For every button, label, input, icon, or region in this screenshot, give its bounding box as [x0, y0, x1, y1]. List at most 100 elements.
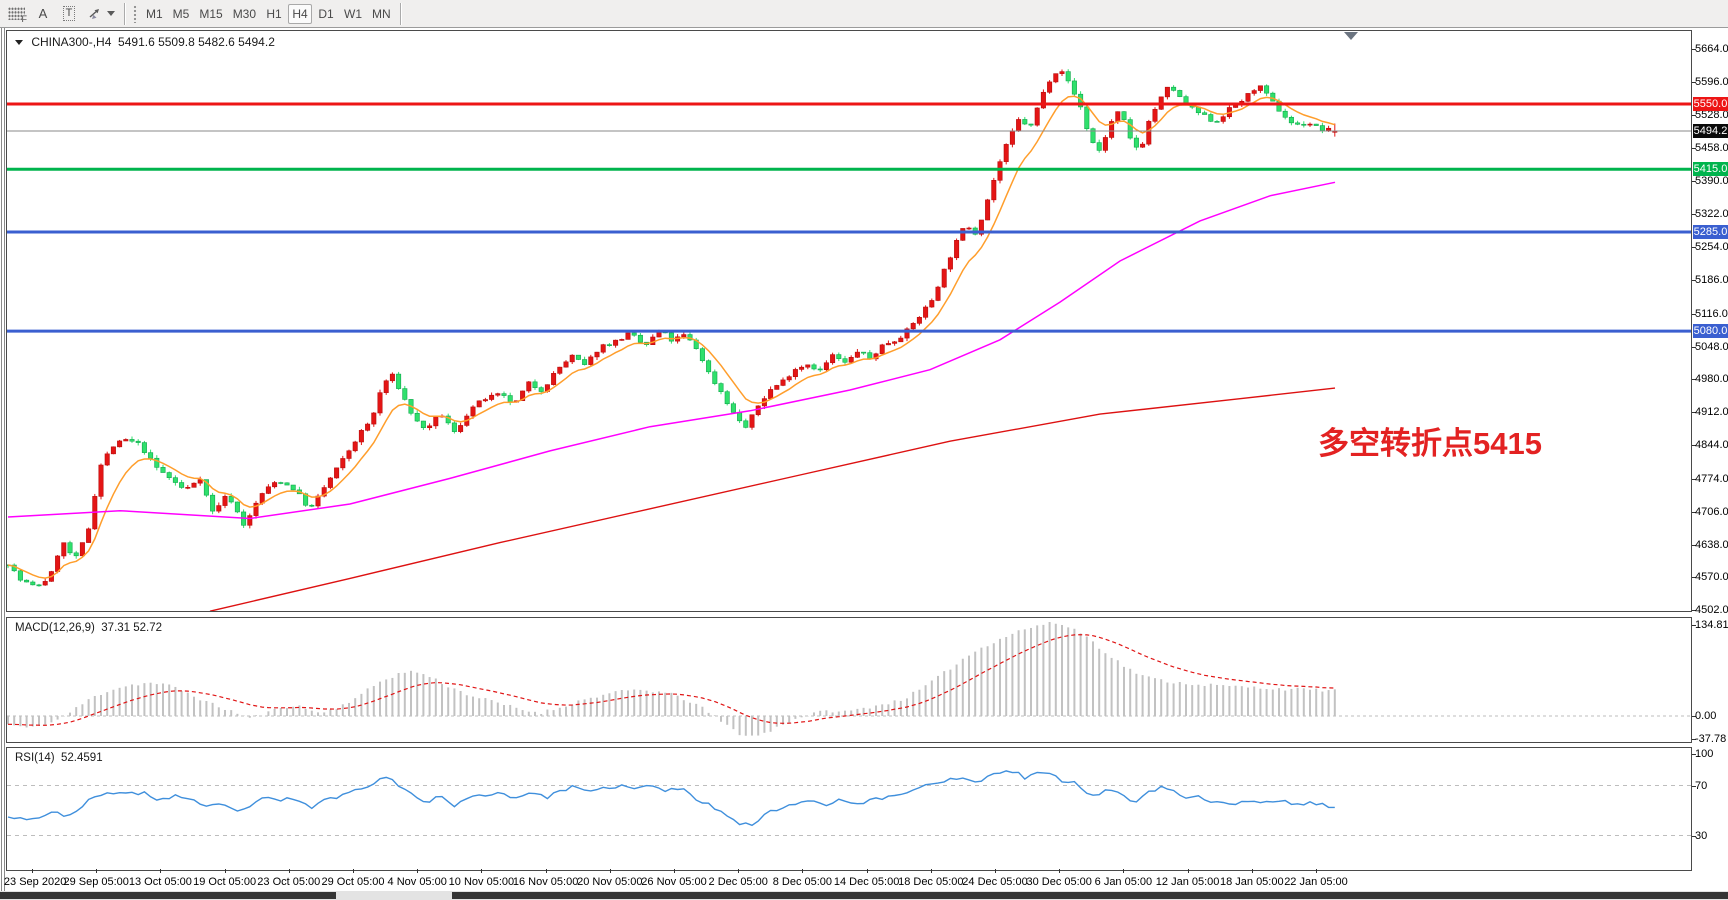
price-tick-label: 5116.0: [1695, 307, 1728, 321]
text-label-button[interactable]: A: [31, 4, 55, 24]
timeframe-button-w1[interactable]: W1: [340, 4, 366, 24]
macd-values: 37.31 52.72: [101, 622, 162, 634]
time-tick-mark: [867, 869, 868, 873]
macd-label: MACD(12,26,9): [15, 622, 95, 634]
time-tick-mark: [546, 869, 547, 873]
chart-shift-marker-icon: [1344, 32, 1358, 40]
hline-price-badge: 5080.0: [1693, 324, 1728, 338]
time-tick-mark: [353, 869, 354, 873]
time-tick-label: 10 Nov 05:00: [449, 875, 514, 889]
scrollbar-thumb[interactable]: [0, 892, 336, 899]
price-tick-label: 4844.0: [1695, 438, 1728, 452]
macd-panel[interactable]: MACD(12,26,9) 37.31 52.72: [6, 617, 1692, 743]
time-tick-mark: [289, 869, 290, 873]
text-box-button[interactable]: T: [57, 4, 81, 24]
price-tick-label: 4774.0: [1695, 472, 1728, 486]
chart-title: CHINA300-,H4 5491.6 5509.8 5482.6 5494.2: [15, 35, 275, 49]
timeframe-button-m5[interactable]: M5: [169, 4, 194, 24]
time-tick-label: 24 Dec 05:00: [962, 875, 1027, 889]
price-tick-label: 4638.0: [1695, 538, 1728, 552]
style-switch-button[interactable]: [83, 4, 119, 24]
rsi-panel[interactable]: RSI(14) 52.4591: [6, 747, 1692, 871]
time-tick-label: 6 Jan 05:00: [1095, 875, 1153, 889]
timeframe-button-m1[interactable]: M1: [142, 4, 167, 24]
time-tick-mark: [1059, 869, 1060, 873]
grid-f-icon: F: [8, 7, 25, 20]
time-tick-label: 14 Dec 05:00: [834, 875, 899, 889]
time-tick-mark: [1188, 869, 1189, 873]
scrollbar-thumb[interactable]: [452, 892, 1728, 899]
time-tick-label: 23 Oct 05:00: [257, 875, 320, 889]
macd-plot[interactable]: [7, 618, 1691, 742]
mt4-window: F A T M1M5M15M30H1H4D1W1MN CHINA300-,H4 …: [0, 0, 1728, 900]
time-tick-label: 2 Dec 05:00: [709, 875, 768, 889]
timeframe-button-h1[interactable]: H1: [262, 4, 286, 24]
time-tick-label: 29 Sep 05:00: [63, 875, 128, 889]
time-tick-mark: [32, 869, 33, 873]
rsi-tick-label: 30: [1695, 829, 1728, 843]
horizontal-scrollbar[interactable]: [0, 891, 1728, 900]
candlestick-plot[interactable]: [7, 31, 1691, 611]
price-tick-label: 5048.0: [1695, 340, 1728, 354]
timeframe-button-mn[interactable]: MN: [368, 4, 395, 24]
time-tick-mark: [738, 869, 739, 873]
time-tick-mark: [802, 869, 803, 873]
time-tick-mark: [481, 869, 482, 873]
rsi-plot[interactable]: [7, 748, 1691, 870]
price-tick-label: 5596.0: [1695, 75, 1728, 89]
rsi-value: 52.4591: [61, 752, 103, 764]
time-tick-mark: [610, 869, 611, 873]
toolbar: F A T M1M5M15M30H1H4D1W1MN: [0, 0, 1728, 28]
time-tick-mark: [1316, 869, 1317, 873]
timeframe-button-m30[interactable]: M30: [229, 4, 260, 24]
time-tick-label: 26 Nov 05:00: [641, 875, 706, 889]
time-tick-label: 16 Nov 05:00: [513, 875, 578, 889]
time-tick-mark: [931, 869, 932, 873]
time-tick-label: 29 Oct 05:00: [322, 875, 385, 889]
time-tick-label: 12 Jan 05:00: [1156, 875, 1220, 889]
price-tick-label: 4502.0: [1695, 603, 1728, 617]
time-tick-mark: [674, 869, 675, 873]
time-tick-label: 4 Nov 05:00: [388, 875, 447, 889]
price-tick-label: 4706.0: [1695, 505, 1728, 519]
price-tick-label: 5322.0: [1695, 207, 1728, 221]
rsi-tick-label: 70: [1695, 779, 1728, 793]
window-frame-line: [4, 28, 5, 900]
current-price-badge: 5494.2: [1693, 124, 1728, 138]
rsi-tick-label: 100: [1695, 747, 1728, 761]
time-tick-label: 23 Sep 2020: [4, 875, 66, 889]
time-tick-mark: [160, 869, 161, 873]
time-tick-mark: [995, 869, 996, 873]
timeframe-button-h4[interactable]: H4: [288, 4, 312, 24]
timeframe-button-m15[interactable]: M15: [195, 4, 226, 24]
time-tick-mark: [1123, 869, 1124, 873]
swap-arrows-icon: [87, 6, 103, 22]
time-tick-mark: [417, 869, 418, 873]
time-tick-label: 20 Nov 05:00: [577, 875, 642, 889]
indicator-grid-button[interactable]: F: [4, 4, 29, 24]
symbol-period-label: CHINA300-,H4: [31, 35, 111, 49]
boxed-t-icon: T: [63, 6, 76, 21]
window-frame-line: [1, 28, 2, 900]
chevron-down-icon: [107, 11, 115, 16]
time-tick-label: 19 Oct 05:00: [193, 875, 256, 889]
main-chart-panel[interactable]: CHINA300-,H4 5491.6 5509.8 5482.6 5494.2: [6, 30, 1692, 612]
timeframe-button-d1[interactable]: D1: [314, 4, 338, 24]
rsi-label: RSI(14): [15, 752, 55, 764]
hline-price-badge: 5550.0: [1693, 97, 1728, 111]
price-tick-label: 5186.0: [1695, 273, 1728, 287]
macd-tick-label: 134.81: [1695, 618, 1728, 632]
time-tick-mark: [1252, 869, 1253, 873]
price-tick-label: 5254.0: [1695, 240, 1728, 254]
time-tick-label: 30 Dec 05:00: [1026, 875, 1091, 889]
time-tick-label: 22 Jan 05:00: [1284, 875, 1348, 889]
toolbar-drag-handle[interactable]: [133, 5, 138, 23]
collapse-triangle-icon: [15, 40, 23, 45]
price-tick-label: 4980.0: [1695, 372, 1728, 386]
hline-price-badge: 5285.0: [1693, 225, 1728, 239]
time-tick-label: 18 Dec 05:00: [898, 875, 963, 889]
time-tick-mark: [96, 869, 97, 873]
letter-a-icon: A: [39, 6, 48, 21]
time-tick-label: 8 Dec 05:00: [773, 875, 832, 889]
time-tick-mark: [225, 869, 226, 873]
